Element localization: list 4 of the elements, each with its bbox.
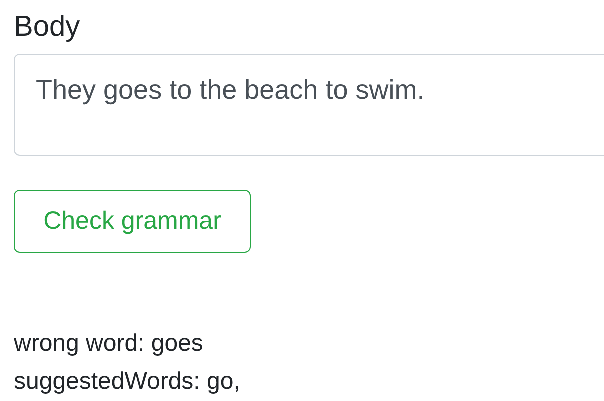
result-text: suggestedWords: go, [14,367,242,397]
result-text: wrong word: goes [14,329,204,359]
body-textarea[interactable]: They goes to the beach to swim. [14,54,604,156]
field-label: Body [14,10,82,45]
